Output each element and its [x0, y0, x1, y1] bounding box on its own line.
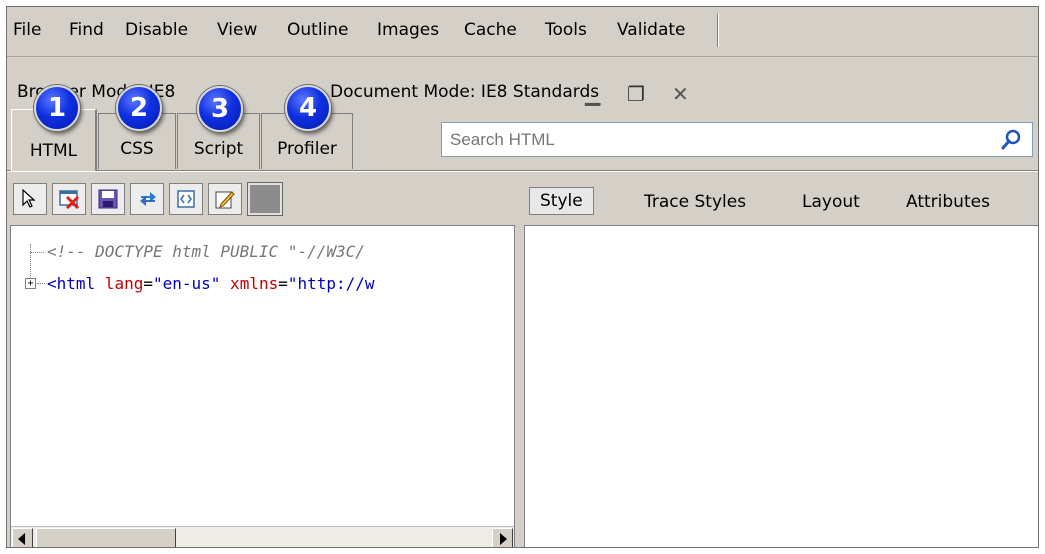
- tab-script-label: Script: [193, 139, 244, 159]
- menu-find[interactable]: Find: [69, 20, 104, 40]
- document-mode-menu[interactable]: Document Mode: IE8 Standards: [330, 82, 599, 102]
- scroll-left-button[interactable]: [12, 528, 33, 547]
- clear-button[interactable]: [52, 183, 86, 215]
- refresh-icon: [140, 192, 156, 206]
- tab-attributes[interactable]: Attributes: [906, 192, 990, 212]
- search-input[interactable]: [450, 128, 990, 152]
- scroll-right-button[interactable]: [492, 528, 513, 547]
- dom-tree-pane: <!-- DOCTYPE html PUBLIC "-//W3C/ + <htm…: [10, 225, 515, 547]
- menu-separator: [717, 13, 719, 47]
- html-tag: <html: [47, 274, 96, 293]
- tab-layout[interactable]: Layout: [802, 192, 860, 212]
- close-icon[interactable]: ✕: [672, 82, 689, 106]
- equals-sign: =: [143, 274, 153, 293]
- tree-line: [30, 252, 44, 253]
- save-button[interactable]: [91, 183, 125, 215]
- xmlns-attribute-name: xmlns: [220, 274, 279, 293]
- tree-line: [37, 283, 45, 284]
- expand-icon[interactable]: +: [25, 278, 36, 289]
- menu-cache[interactable]: Cache: [464, 20, 517, 40]
- search-icon[interactable]: [1000, 128, 1024, 152]
- equals-sign: =: [278, 274, 288, 293]
- callout-badge-1: 1: [34, 85, 80, 131]
- element-source-icon: [177, 190, 195, 208]
- menu-validate[interactable]: Validate: [617, 20, 686, 40]
- menu-view[interactable]: View: [217, 20, 257, 40]
- scrollbar-thumb[interactable]: [36, 528, 176, 547]
- restore-icon[interactable]: ❐: [627, 82, 645, 106]
- tab-profiler-label: Profiler: [277, 139, 337, 159]
- tab-trace-styles[interactable]: Trace Styles: [644, 192, 746, 212]
- minimize-icon[interactable]: ▁: [585, 82, 600, 106]
- select-element-icon: [22, 189, 36, 208]
- select-element-button[interactable]: [13, 183, 47, 215]
- refresh-button[interactable]: [130, 183, 164, 215]
- menu-tools[interactable]: Tools: [545, 20, 587, 40]
- menu-bar: File Find Disable View Outline Images Ca…: [7, 7, 1038, 57]
- style-pane: [524, 225, 1038, 547]
- html-toolbar: [7, 177, 517, 221]
- edit-icon: [215, 191, 235, 209]
- tab-css-label: CSS: [120, 139, 154, 159]
- developer-tools-window: File Find Disable View Outline Images Ca…: [6, 6, 1039, 548]
- element-source-button[interactable]: [169, 183, 203, 215]
- lang-attribute-value: "en-us": [152, 274, 221, 293]
- callout-badge-2: 2: [116, 85, 162, 131]
- search-box: [441, 122, 1033, 157]
- clear-browser-cache-icon: [59, 190, 80, 209]
- lang-attribute-name: lang: [95, 274, 144, 293]
- pane-splitter[interactable]: [516, 225, 524, 547]
- arrow-left-icon: [18, 533, 25, 545]
- color-button[interactable]: [248, 183, 282, 215]
- html-node[interactable]: <html lang="en-us" xmlns="http://w: [47, 274, 375, 293]
- tab-strip-border: [7, 170, 1038, 172]
- tree-line: [30, 244, 31, 278]
- tab-html-label: HTML: [29, 141, 78, 161]
- menu-file[interactable]: File: [13, 20, 41, 40]
- callout-badge-3: 3: [197, 86, 243, 132]
- xmlns-attribute-value: "http://w: [287, 274, 375, 293]
- menu-outline[interactable]: Outline: [287, 20, 349, 40]
- menu-images[interactable]: Images: [377, 20, 439, 40]
- tab-style[interactable]: Style: [529, 187, 594, 215]
- edit-button[interactable]: [208, 183, 242, 215]
- horizontal-scrollbar[interactable]: [11, 526, 514, 547]
- menu-disable[interactable]: Disable: [125, 20, 188, 40]
- save-icon: [98, 189, 118, 209]
- callout-badge-4: 4: [285, 85, 331, 131]
- arrow-right-icon: [500, 533, 507, 545]
- doctype-node[interactable]: <!-- DOCTYPE html PUBLIC "-//W3C/: [47, 242, 365, 261]
